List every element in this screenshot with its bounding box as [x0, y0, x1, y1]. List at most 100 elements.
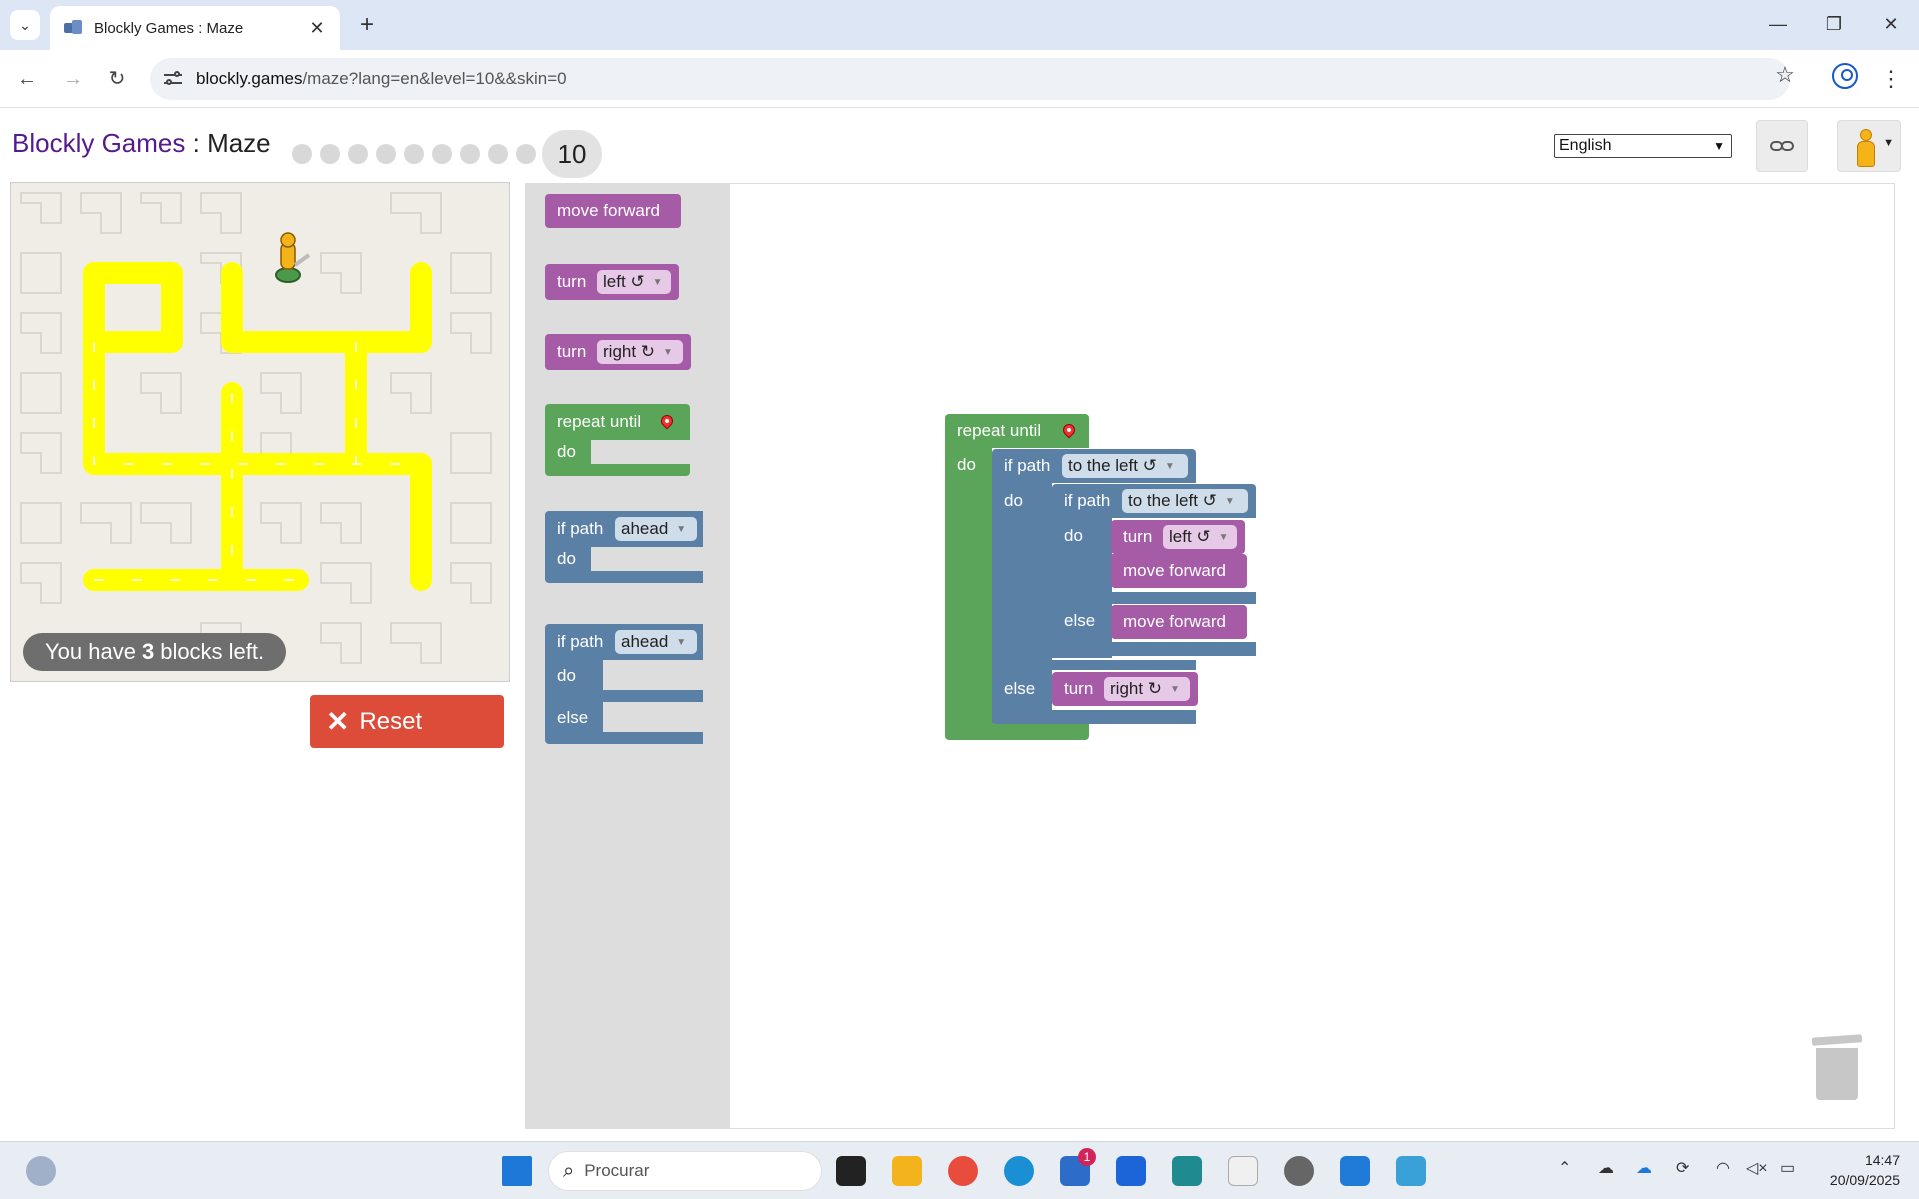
- battery-icon[interactable]: ▭: [1780, 1158, 1795, 1178]
- reset-button[interactable]: ✕ Reset: [310, 695, 504, 748]
- current-level-badge[interactable]: 10: [542, 130, 602, 178]
- browser-tabstrip: ⌄ Blockly Games : Maze ✕ + — ❐ ✕: [0, 0, 1919, 50]
- clock-date: 20/09/2025: [1829, 1172, 1900, 1188]
- block-label: if path: [557, 519, 604, 538]
- browser-menu-icon[interactable]: ⋮: [1880, 62, 1902, 96]
- forward-button[interactable]: →: [56, 62, 90, 96]
- wifi-icon[interactable]: ◠: [1716, 1158, 1730, 1178]
- program-inner-if-block[interactable]: if path to the left ↺ ▼: [1052, 484, 1256, 518]
- clock-time: 14:47: [1864, 1152, 1900, 1168]
- dropdown-arrow-icon: ▼: [1218, 531, 1229, 543]
- language-select[interactable]: English ▼: [1554, 134, 1732, 158]
- windows-start-icon[interactable]: [502, 1156, 532, 1186]
- toolbox-repeat-until-block[interactable]: repeat until: [545, 404, 690, 440]
- system-clock[interactable]: 14:47 20/09/2025: [1810, 1150, 1900, 1190]
- back-button[interactable]: ←: [10, 62, 44, 96]
- program-else-move-forward-block[interactable]: move forward: [1111, 605, 1247, 639]
- toolbox-if-else-block[interactable]: if path ahead ▼: [545, 624, 703, 660]
- edge-icon[interactable]: [1004, 1156, 1034, 1186]
- browser-tab[interactable]: Blockly Games : Maze ✕: [50, 6, 340, 50]
- block-label: do: [1064, 526, 1083, 545]
- outer-if-bottom-arm: [992, 710, 1196, 724]
- vscode-icon[interactable]: [1340, 1156, 1370, 1186]
- minimize-button[interactable]: —: [1755, 6, 1801, 42]
- level-dot[interactable]: [460, 144, 480, 164]
- direction-dropdown[interactable]: right ↻ ▼: [597, 340, 683, 364]
- site-settings-icon[interactable]: [162, 68, 184, 90]
- path-direction-dropdown[interactable]: to the left ↺ ▼: [1062, 454, 1188, 478]
- program-turn-left-block[interactable]: turn left ↺ ▼: [1111, 520, 1245, 554]
- onedrive-icon[interactable]: ☁: [1636, 1158, 1652, 1178]
- level-dot[interactable]: [516, 144, 536, 164]
- block-label: move forward: [1123, 561, 1226, 580]
- maze-path: [83, 262, 432, 591]
- close-window-button[interactable]: ✕: [1868, 6, 1914, 42]
- profile-icon[interactable]: [1832, 63, 1858, 89]
- new-tab-button[interactable]: +: [352, 10, 382, 40]
- direction-dropdown[interactable]: left ↺ ▼: [1163, 525, 1237, 549]
- pegman-skin-button[interactable]: ▼: [1837, 120, 1901, 172]
- program-repeat-until-block[interactable]: repeat until: [945, 414, 1089, 448]
- level-dot[interactable]: [404, 144, 424, 164]
- program-if-path-else-block[interactable]: if path to the left ↺ ▼: [992, 449, 1196, 483]
- bookmark-star-icon[interactable]: ☆: [1770, 62, 1800, 88]
- level-dot[interactable]: [488, 144, 508, 164]
- notepad-icon[interactable]: [1228, 1156, 1258, 1186]
- block-label: repeat until: [557, 412, 642, 431]
- toolbox-turn-left-block[interactable]: turn left ↺ ▼: [545, 264, 679, 300]
- path-direction-dropdown[interactable]: ahead ▼: [615, 517, 697, 541]
- page-header: Blockly Games : Maze 10 English ▼ ▼: [0, 108, 1919, 180]
- search-placeholder: Procurar: [584, 1161, 650, 1180]
- file-explorer-icon[interactable]: [892, 1156, 922, 1186]
- blockly-workspace[interactable]: [525, 183, 1895, 1129]
- block-label: move forward: [1123, 612, 1226, 631]
- onedrive-status-icon[interactable]: ☁: [1598, 1158, 1614, 1178]
- dropdown-value: left ↺: [1169, 527, 1211, 546]
- dropdown-arrow-icon: ▼: [676, 523, 687, 535]
- tab-search-button[interactable]: ⌄: [10, 10, 40, 40]
- dropbox-icon[interactable]: [1116, 1156, 1146, 1186]
- taskbar-search[interactable]: ⌕ Procurar: [548, 1151, 822, 1191]
- sticky-notes-icon[interactable]: [1172, 1156, 1202, 1186]
- toolbox-move-forward-block[interactable]: move forward: [545, 194, 681, 228]
- level-dot[interactable]: [292, 144, 312, 164]
- level-dot[interactable]: [432, 144, 452, 164]
- chevron-down-icon: ▼: [1713, 139, 1725, 153]
- restore-button[interactable]: ❐: [1811, 6, 1857, 42]
- link-button[interactable]: [1756, 120, 1808, 172]
- inner-if-bottom-arm: [1052, 642, 1256, 656]
- sync-icon[interactable]: ⟳: [1676, 1158, 1689, 1178]
- direction-dropdown[interactable]: left ↺ ▼: [597, 270, 671, 294]
- language-value: English: [1559, 137, 1612, 154]
- level-dot[interactable]: [376, 144, 396, 164]
- chrome-icon[interactable]: [948, 1156, 978, 1186]
- direction-dropdown[interactable]: right ↻ ▼: [1104, 677, 1190, 701]
- block-label: if path: [557, 632, 604, 651]
- block-toolbox-flyout: move forward turn left ↺ ▼ turn right ↻ ▼ …: [526, 184, 730, 1128]
- volume-muted-icon[interactable]: ◁×: [1746, 1158, 1768, 1178]
- toolbox-if-path-block[interactable]: if path ahead ▼: [545, 511, 703, 547]
- level-dot[interactable]: [320, 144, 340, 164]
- chevron-up-icon[interactable]: ⌃: [1558, 1158, 1571, 1178]
- program-move-forward-block[interactable]: move forward: [1111, 554, 1247, 588]
- address-bar[interactable]: blockly.games/maze?lang=en&level=10&&ski…: [150, 58, 1790, 100]
- settings-icon[interactable]: [1284, 1156, 1314, 1186]
- task-view-icon[interactable]: [836, 1156, 866, 1186]
- url-path: /maze?lang=en&level=10&&skin=0: [302, 69, 567, 88]
- blocks-left-post: blocks left.: [160, 639, 265, 664]
- dropdown-value: to the left ↺: [1068, 456, 1157, 475]
- trash-can-icon[interactable]: [1811, 1030, 1863, 1104]
- weather-widget-icon[interactable]: [26, 1156, 56, 1186]
- tab-close-button[interactable]: ✕: [306, 17, 328, 39]
- blocks-left-pre: You have: [45, 639, 136, 664]
- reload-button[interactable]: ↻: [100, 62, 134, 96]
- block-label: do: [557, 549, 576, 568]
- program-turn-right-block[interactable]: turn right ↻ ▼: [1052, 672, 1198, 706]
- path-direction-dropdown[interactable]: ahead ▼: [615, 630, 697, 654]
- blockly-games-link[interactable]: Blockly Games: [12, 128, 185, 158]
- level-dot[interactable]: [348, 144, 368, 164]
- dropdown-arrow-icon: ▼: [663, 346, 673, 358]
- snipping-tool-icon[interactable]: [1396, 1156, 1426, 1186]
- path-direction-dropdown[interactable]: to the left ↺ ▼: [1122, 489, 1248, 513]
- toolbox-turn-right-block[interactable]: turn right ↻ ▼: [545, 334, 691, 370]
